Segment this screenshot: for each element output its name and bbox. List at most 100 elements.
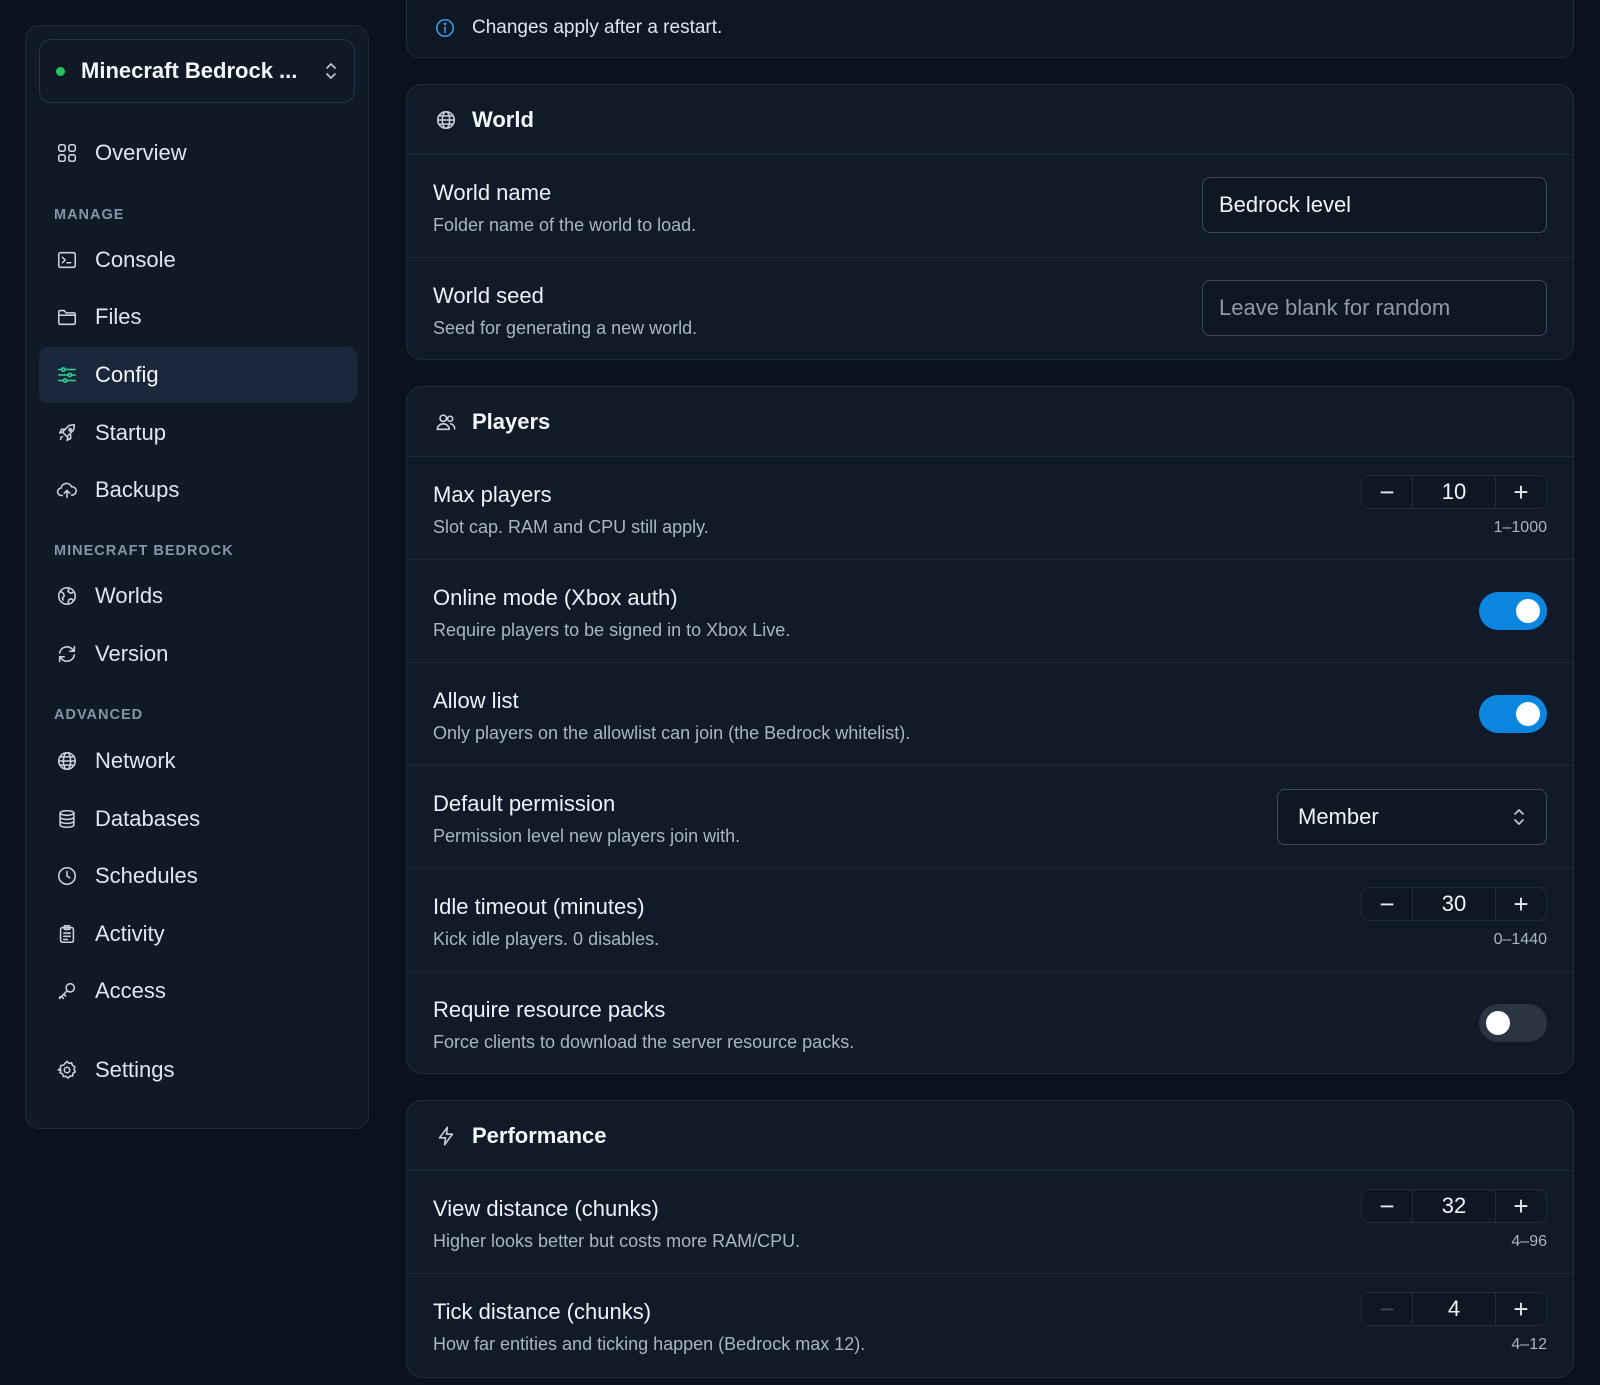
globe-icon — [55, 749, 79, 773]
sidebar-item-label: Access — [95, 978, 166, 1003]
server-selector[interactable]: Minecraft Bedrock ... — [39, 39, 355, 103]
sidebar-item-startup[interactable]: Startup — [39, 405, 357, 461]
users-icon — [434, 410, 458, 434]
performance-card-header: Performance — [407, 1101, 1573, 1171]
restart-notice: Changes apply after a restart. — [406, 0, 1574, 58]
online-mode-desc: Require players to be signed in to Xbox … — [433, 620, 791, 640]
idle-timeout-desc: Kick idle players. 0 disables. — [433, 929, 660, 949]
world-card-title: World — [472, 106, 534, 132]
world-name-desc: Folder name of the world to load. — [433, 215, 697, 235]
players-card-title: Players — [472, 408, 551, 434]
clock-icon — [55, 864, 79, 888]
performance-card: Performance View distance (chunks) Highe… — [406, 1100, 1574, 1378]
world-name-row: World name Folder name of the world to l… — [407, 155, 1573, 258]
default-permission-select[interactable]: Member — [1277, 789, 1547, 845]
idle-timeout-value[interactable]: 30 — [1412, 888, 1496, 920]
default-permission-row: Default permission Permission level new … — [407, 766, 1573, 869]
online-mode-row: Online mode (Xbox auth) Require players … — [407, 560, 1573, 663]
world-seed-desc: Seed for generating a new world. — [433, 318, 698, 338]
gear-icon — [55, 1058, 79, 1082]
sidebar-item-network[interactable]: Network — [39, 733, 357, 789]
tick-distance-stepper: − 4 + — [1361, 1292, 1547, 1326]
sidebar: Minecraft Bedrock ... Overview MANAGE Co… — [25, 25, 369, 1129]
sidebar-item-label: Settings — [95, 1057, 175, 1082]
view-distance-desc: Higher looks better but costs more RAM/C… — [433, 1231, 801, 1251]
sidebar-item-schedules[interactable]: Schedules — [39, 848, 357, 904]
decrement-button[interactable]: − — [1362, 888, 1412, 920]
sidebar-item-activity[interactable]: Activity — [39, 906, 357, 962]
tick-distance-row: Tick distance (chunks) How far entities … — [407, 1274, 1573, 1377]
folder-icon — [55, 305, 79, 329]
increment-button[interactable]: + — [1496, 1190, 1546, 1222]
max-players-label: Max players — [433, 482, 552, 507]
decrement-button[interactable]: − — [1362, 1190, 1412, 1222]
max-players-value[interactable]: 10 — [1412, 476, 1496, 508]
sidebar-item-databases[interactable]: Databases — [39, 791, 357, 847]
sidebar-item-settings[interactable]: Settings — [39, 1042, 357, 1098]
online-mode-toggle[interactable] — [1479, 592, 1547, 630]
default-permission-value: Member — [1298, 804, 1379, 829]
allow-list-desc: Only players on the allowlist can join (… — [433, 723, 911, 743]
sidebar-item-config[interactable]: Config — [39, 347, 357, 403]
sidebar-item-version[interactable]: Version — [39, 626, 357, 682]
resource-packs-toggle[interactable] — [1479, 1004, 1547, 1042]
sidebar-item-backups[interactable]: Backups — [39, 462, 357, 518]
world-seed-row: World seed Seed for generating a new wor… — [407, 258, 1573, 359]
players-card: Players Max players Slot cap. RAM and CP… — [406, 386, 1574, 1074]
world-seed-input[interactable] — [1202, 280, 1547, 336]
increment-button[interactable]: + — [1496, 888, 1546, 920]
idle-timeout-range: 0–1440 — [1493, 931, 1547, 948]
cloud-upload-icon — [55, 478, 79, 502]
allow-list-toggle[interactable] — [1479, 695, 1547, 733]
allow-list-row: Allow list Only players on the allowlist… — [407, 663, 1573, 766]
sidebar-item-label: Network — [95, 748, 176, 773]
sidebar-item-worlds[interactable]: Worlds — [39, 568, 357, 624]
sidebar-item-label: Worlds — [95, 583, 164, 608]
world-name-input[interactable] — [1202, 177, 1547, 233]
tick-distance-value[interactable]: 4 — [1412, 1293, 1496, 1325]
server-name: Minecraft Bedrock ... — [81, 58, 298, 83]
notice-text: Changes apply after a restart. — [472, 17, 723, 38]
resource-packs-label: Require resource packs — [433, 997, 666, 1022]
bolt-icon — [434, 1124, 458, 1148]
sidebar-item-label: Startup — [95, 420, 166, 445]
key-icon — [55, 979, 79, 1003]
view-distance-range: 4–96 — [1511, 1233, 1547, 1250]
section-advanced: ADVANCED — [54, 707, 144, 723]
view-distance-stepper: − 32 + — [1361, 1189, 1547, 1223]
max-players-row: Max players Slot cap. RAM and CPU still … — [407, 457, 1573, 560]
chevron-up-down-icon — [326, 63, 336, 79]
view-distance-value[interactable]: 32 — [1412, 1190, 1496, 1222]
decrement-button[interactable]: − — [1362, 1293, 1412, 1325]
sidebar-item-label: Schedules — [95, 863, 198, 888]
tick-distance-range: 4–12 — [1511, 1336, 1547, 1353]
increment-button[interactable]: + — [1496, 1293, 1546, 1325]
sidebar-item-label: Version — [95, 641, 169, 666]
sidebar-item-console[interactable]: Console — [39, 232, 357, 288]
rocket-icon — [55, 421, 79, 445]
sliders-icon — [55, 363, 79, 387]
default-permission-desc: Permission level new players join with. — [433, 826, 741, 846]
tick-distance-desc: How far entities and ticking happen (Bed… — [433, 1334, 866, 1354]
players-card-header: Players — [407, 387, 1573, 457]
sidebar-item-files[interactable]: Files — [39, 289, 357, 345]
toggle-knob — [1486, 1011, 1510, 1035]
sidebar-item-label: Config — [95, 362, 159, 387]
resource-packs-row: Require resource packs Force clients to … — [407, 972, 1573, 1073]
decrement-button[interactable]: − — [1362, 476, 1412, 508]
database-icon — [55, 807, 79, 831]
allow-list-label: Allow list — [433, 688, 519, 713]
sidebar-item-access[interactable]: Access — [39, 963, 357, 1019]
view-distance-label: View distance (chunks) — [433, 1196, 659, 1221]
default-permission-label: Default permission — [433, 791, 616, 816]
max-players-desc: Slot cap. RAM and CPU still apply. — [433, 517, 709, 537]
sidebar-item-overview[interactable]: Overview — [39, 125, 357, 181]
increment-button[interactable]: + — [1496, 476, 1546, 508]
idle-timeout-label: Idle timeout (minutes) — [433, 894, 645, 919]
resource-packs-desc: Force clients to download the server res… — [433, 1032, 855, 1052]
sidebar-item-label: Databases — [95, 806, 201, 831]
globe-icon — [434, 108, 458, 132]
sidebar-item-label: Console — [95, 247, 176, 272]
chevron-up-down-icon — [1514, 809, 1524, 825]
idle-timeout-stepper: − 30 + — [1361, 887, 1547, 921]
